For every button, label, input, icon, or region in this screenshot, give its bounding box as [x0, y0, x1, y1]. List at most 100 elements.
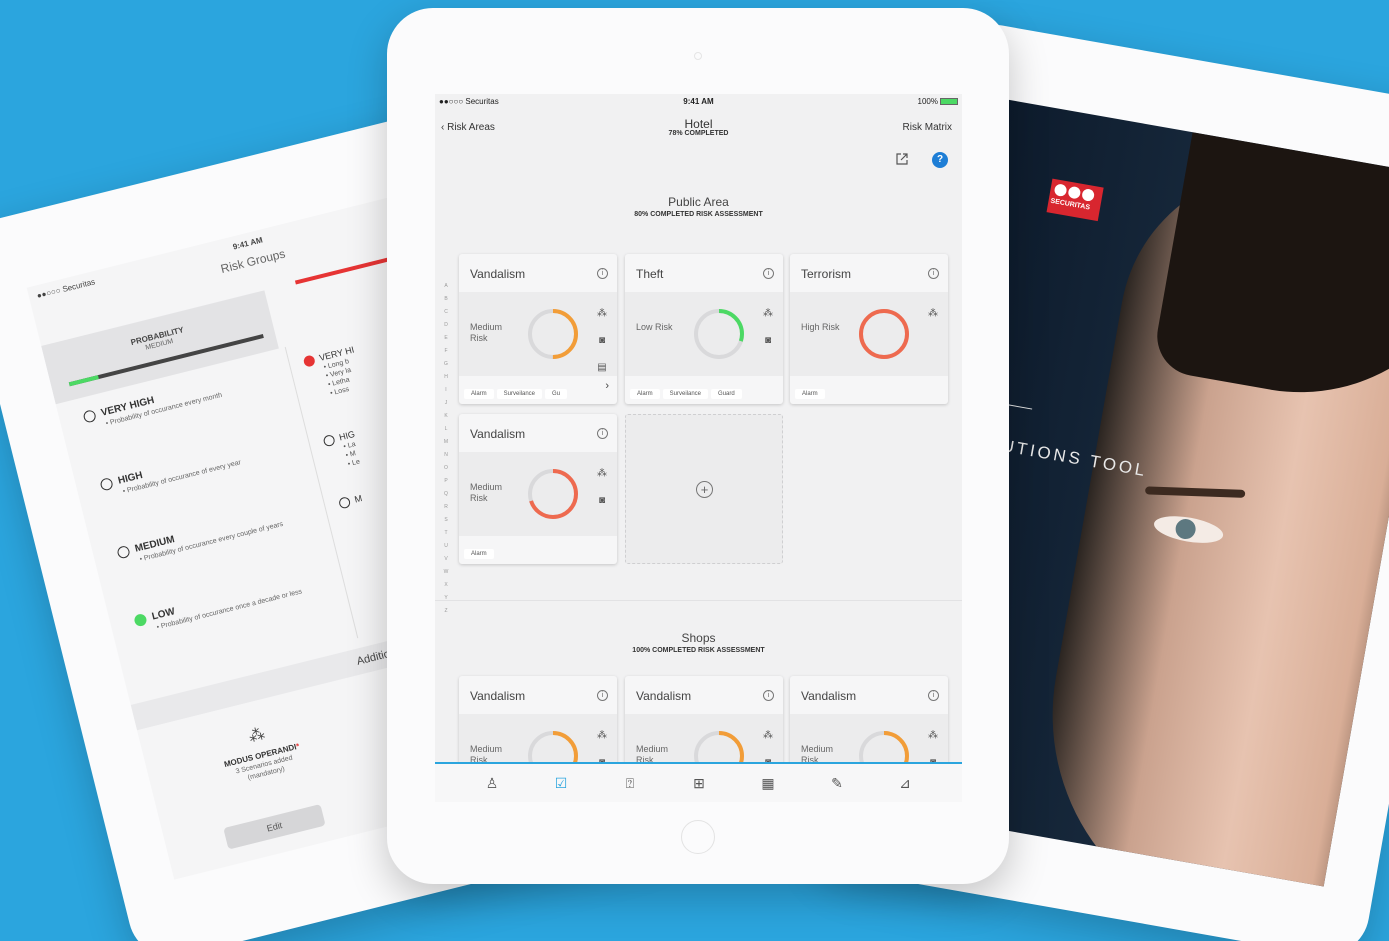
camera-icon[interactable]: ◙ — [761, 327, 775, 354]
probability-bar-fill — [68, 375, 99, 387]
edit-button[interactable]: Edit — [223, 804, 326, 850]
network-icon[interactable]: ⁂ — [761, 300, 775, 327]
add-risk-card[interactable]: + — [625, 414, 783, 564]
safeguard-tag[interactable]: Alarm — [795, 389, 825, 399]
network-icon[interactable]: ⁂ — [595, 722, 609, 749]
risk-card[interactable]: Vandalism i Medium Risk ⁂ ◙ Alarm — [459, 414, 617, 564]
network-icon[interactable]: ⁂ — [926, 300, 940, 327]
card-action-icons: ⁂ — [926, 300, 940, 327]
index-letter[interactable]: R — [441, 501, 451, 514]
network-icon[interactable]: ⁂ — [595, 300, 609, 327]
camera-icon[interactable]: ◙ — [595, 487, 609, 514]
index-letter[interactable]: S — [441, 514, 451, 527]
index-letter[interactable]: H — [441, 371, 451, 384]
index-letter[interactable]: J — [441, 397, 451, 410]
option-low[interactable]: LOW • Probability of occurance once a de… — [133, 575, 303, 636]
index-letter[interactable]: O — [441, 462, 451, 475]
grid-icon[interactable]: ▦ — [759, 774, 777, 792]
index-letter[interactable]: G — [441, 358, 451, 371]
page-title: Hotel — [684, 117, 713, 131]
logo-dot — [1053, 183, 1068, 198]
index-letter[interactable]: B — [441, 293, 451, 306]
info-icon[interactable]: i — [928, 690, 939, 701]
safeguard-tag[interactable]: Surveilance — [662, 389, 709, 399]
index-letter[interactable]: L — [441, 423, 451, 436]
document-icon[interactable]: ▤ — [595, 354, 609, 381]
alphabet-index[interactable]: ABCDEFGHIJKLMNOPQRSTUVWXYZ — [441, 280, 451, 618]
risk-card[interactable]: Terrorism i High Risk ⁂ Alarm — [790, 254, 948, 404]
index-letter[interactable]: U — [441, 540, 451, 553]
consequence-option-high[interactable]: HIG • La • M • Le — [322, 429, 362, 474]
index-letter[interactable]: X — [441, 579, 451, 592]
risk-card-body: Medium Risk ⁂◙ — [459, 452, 617, 536]
risk-matrix-button[interactable]: Risk Matrix — [903, 122, 952, 133]
iris-image — [1174, 517, 1198, 541]
index-letter[interactable]: M — [441, 436, 451, 449]
radio-consequence-medium[interactable] — [337, 496, 352, 510]
info-icon[interactable]: i — [928, 268, 939, 279]
safeguard-tag[interactable]: Guard — [711, 389, 742, 399]
edit-icon[interactable]: ✎ — [828, 774, 846, 792]
question-doc-icon[interactable]: ⍰ — [621, 774, 639, 792]
safeguard-tags: Alarm — [795, 382, 828, 400]
camera-icon[interactable]: ◙ — [595, 327, 609, 354]
index-letter[interactable]: N — [441, 449, 451, 462]
center-screen: ●●○○○ Securitas 9:41 AM 100% ‹ Risk Area… — [435, 94, 962, 802]
index-letter[interactable]: T — [441, 527, 451, 540]
index-letter[interactable]: Q — [441, 488, 451, 501]
info-icon[interactable]: i — [763, 268, 774, 279]
radio-low[interactable] — [133, 612, 148, 628]
network-icon[interactable]: ⁂ — [926, 722, 940, 749]
battery-level — [941, 99, 957, 105]
card-action-icons: ⁂ ◙ ▤ — [595, 300, 609, 381]
index-letter[interactable]: E — [441, 332, 451, 345]
safeguard-tag[interactable]: Alarm — [464, 389, 494, 399]
risk-card-body: Medium Risk ⁂ ◙ ▤ — [459, 292, 617, 376]
person-icon[interactable]: ♙ — [483, 774, 501, 792]
battery-percent: 100% — [917, 97, 938, 106]
index-letter[interactable]: K — [441, 410, 451, 423]
index-letter[interactable]: W — [441, 566, 451, 579]
risk-card[interactable]: Vandalism i Medium Risk ⁂ ◙ ▤ Alarm Surveilance… — [459, 254, 617, 404]
share-icon[interactable] — [895, 152, 911, 168]
index-letter[interactable]: Y — [441, 592, 451, 605]
risk-card-body: Low Risk ⁂ ◙ — [625, 292, 783, 376]
donut-arc — [859, 309, 909, 359]
network-icon[interactable]: ⁂ — [761, 722, 775, 749]
radio-consequence-very-high[interactable] — [302, 354, 317, 368]
info-icon[interactable]: i — [597, 690, 608, 701]
index-letter[interactable]: D — [441, 319, 451, 332]
index-letter[interactable]: V — [441, 553, 451, 566]
safeguard-tag[interactable]: Alarm — [630, 389, 660, 399]
safeguard-tag[interactable]: Gu — [545, 389, 568, 399]
help-icon[interactable]: ? — [932, 152, 948, 168]
option-high[interactable]: HIGH • Probability of occurance of every… — [99, 446, 242, 501]
chart-icon[interactable]: ⊿ — [896, 774, 914, 792]
radio-medium[interactable] — [116, 544, 131, 560]
network-icon[interactable]: ⁂ — [595, 460, 609, 487]
index-letter[interactable]: Z — [441, 605, 451, 618]
consequence-option-very-high[interactable]: VERY HI • Long b • Very la • Letha • Los… — [302, 345, 365, 403]
safeguard-tag[interactable]: Surveilance — [496, 389, 543, 399]
risk-card[interactable]: Theft i Low Risk ⁂ ◙ Alarm Surveilance Guard — [625, 254, 783, 404]
chevron-right-icon[interactable]: › — [605, 380, 609, 392]
radio-high[interactable] — [99, 476, 114, 492]
index-letter[interactable]: A — [441, 280, 451, 293]
clipboard-check-icon[interactable]: ☑ — [552, 774, 570, 792]
consequence-bullets: • Long b • Very la • Letha • Loss — [323, 358, 352, 398]
info-icon[interactable]: i — [763, 690, 774, 701]
info-icon[interactable]: i — [597, 428, 608, 439]
radio-very-high[interactable] — [82, 409, 97, 424]
home-button[interactable] — [681, 820, 715, 854]
info-icon[interactable]: i — [597, 268, 608, 279]
radio-consequence-high[interactable] — [322, 434, 336, 448]
toolbox-icon[interactable]: ⊞ — [690, 774, 708, 792]
index-letter[interactable]: F — [441, 345, 451, 358]
option-medium[interactable]: MEDIUM • Probability of occurance every … — [116, 507, 284, 568]
index-letter[interactable]: C — [441, 306, 451, 319]
index-letter[interactable]: P — [441, 475, 451, 488]
index-letter[interactable]: I — [441, 384, 451, 397]
safeguard-tag[interactable]: Alarm — [464, 549, 494, 559]
consequence-option-medium[interactable]: M — [337, 493, 363, 510]
risk-card-title: Vandalism — [470, 689, 526, 703]
